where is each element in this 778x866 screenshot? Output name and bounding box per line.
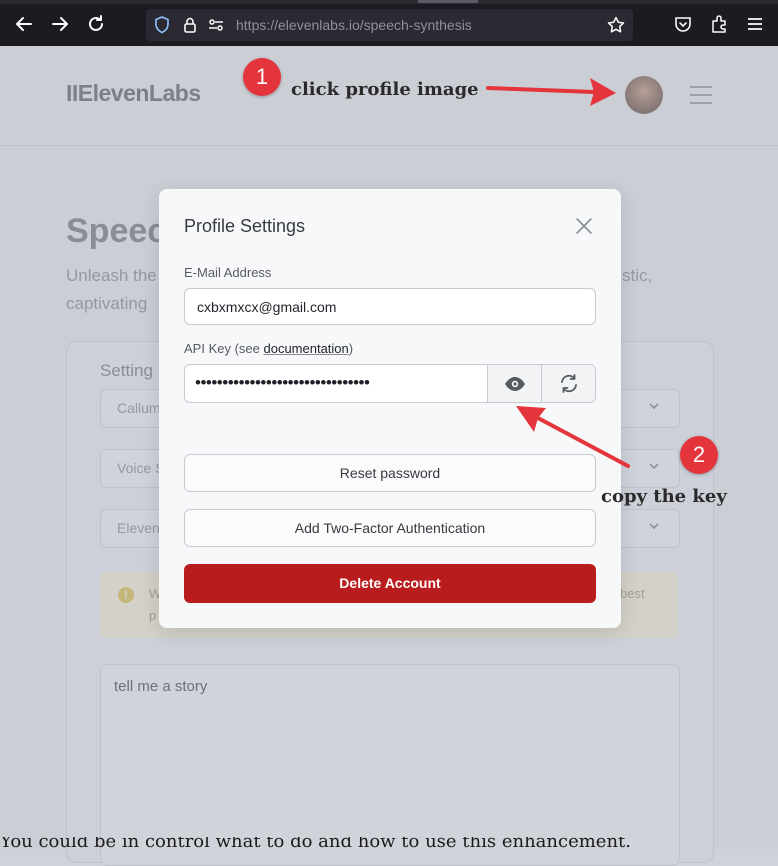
documentation-link[interactable]: documentation <box>263 341 348 356</box>
chevron-down-icon <box>649 523 659 530</box>
email-label: E-Mail Address <box>184 265 272 280</box>
step2-badge: 2 <box>680 436 718 474</box>
shield-icon[interactable] <box>152 15 172 35</box>
active-tab-indicator <box>418 0 478 3</box>
voice-select-value: Callum <box>117 400 161 416</box>
app-menu-icon[interactable] <box>744 13 766 35</box>
extensions-icon[interactable] <box>708 13 730 35</box>
permissions-icon[interactable] <box>206 15 226 35</box>
chevron-down-icon <box>649 403 659 410</box>
apikey-label-suffix: ) <box>348 341 354 356</box>
two-factor-button[interactable]: Add Two-Factor Authentication <box>184 509 596 547</box>
apikey-label-prefix: API Key (see <box>184 341 264 356</box>
modal-title: Profile Settings <box>184 216 306 236</box>
delete-account-button[interactable]: Delete Account <box>184 564 596 603</box>
close-icon[interactable] <box>575 217 593 235</box>
lock-icon[interactable] <box>180 15 200 35</box>
caption-strip: You could be in control what to do and h… <box>0 837 778 849</box>
chevron-down-icon <box>649 463 659 470</box>
email-value: cxbxmxcx@gmail.com <box>197 299 337 315</box>
step2-note: copy the key <box>601 486 727 507</box>
back-icon[interactable] <box>13 13 35 35</box>
step1-note: click profile image <box>291 79 479 100</box>
warning-text-right: best <box>620 586 645 601</box>
page-subtitle-line1: Unleash the <box>66 266 157 285</box>
warning-icon: ! <box>118 587 134 603</box>
tab-strip <box>0 0 778 4</box>
pocket-icon[interactable] <box>672 13 694 35</box>
caption-text: You could be in control what to do and h… <box>0 837 632 849</box>
profile-avatar[interactable] <box>625 76 663 114</box>
apikey-masked-value: •••••••••••••••••••••••••••••••• <box>195 373 370 392</box>
apikey-label: API Key (see documentation) <box>184 341 353 356</box>
arrow-to-eye-icon <box>516 406 630 468</box>
bookmark-star-icon[interactable] <box>606 15 626 35</box>
refresh-icon <box>561 374 577 393</box>
elevenlabs-logo[interactable]: IIElevenLabs <box>66 80 201 107</box>
warning-text-line2: p <box>149 608 157 623</box>
url-text: https://elevenlabs.io/speech-synthesis <box>236 17 472 33</box>
page-subtitle-right: stic, <box>622 266 653 285</box>
arrow-to-avatar-icon <box>486 78 616 106</box>
email-field[interactable]: cxbxmxcx@gmail.com <box>184 288 596 325</box>
model-select-value: Eleven <box>117 520 160 536</box>
show-key-button[interactable] <box>487 365 542 402</box>
page-title: Speec <box>66 212 167 250</box>
voice-settings-value: Voice S <box>117 460 165 476</box>
menu-icon[interactable] <box>690 86 712 104</box>
settings-heading: Setting <box>100 361 153 380</box>
step1-badge: 1 <box>243 58 281 96</box>
page-subtitle-line2: captivating <box>66 294 148 313</box>
reload-icon[interactable] <box>85 13 107 35</box>
address-bar[interactable]: https://elevenlabs.io/speech-synthesis <box>146 9 633 41</box>
header-divider <box>0 145 778 146</box>
forward-icon[interactable] <box>49 13 71 35</box>
eye-icon <box>505 377 525 391</box>
text-input-area[interactable]: tell me a story <box>100 664 680 866</box>
regenerate-key-button[interactable] <box>541 365 595 402</box>
browser-toolbar: https://elevenlabs.io/speech-synthesis <box>0 0 778 46</box>
text-input-value: tell me a story <box>114 678 208 695</box>
